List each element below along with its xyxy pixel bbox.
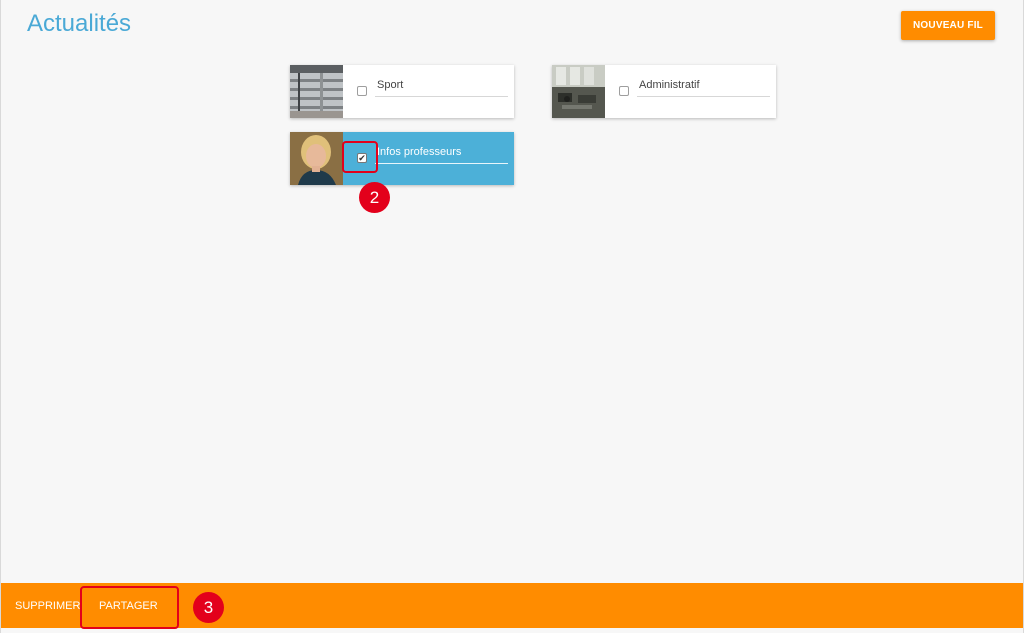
annotation-highlight-checkbox	[342, 141, 378, 173]
annotation-highlight-share	[80, 586, 179, 629]
person-photo	[290, 132, 343, 185]
page-title: Actualités	[27, 10, 132, 37]
feed-name: Infos professeurs	[377, 146, 462, 158]
delete-button[interactable]: SUPPRIMER	[15, 583, 80, 628]
feed-name: Sport	[377, 79, 404, 91]
feed-checkbox[interactable]	[619, 86, 629, 96]
feed-card-sport[interactable]: Sport	[290, 65, 514, 118]
annotation-badge: 2	[359, 182, 390, 213]
feed-name: Administratif	[639, 79, 700, 91]
feed-checkbox[interactable]	[357, 86, 367, 96]
new-feed-button[interactable]: NOUVEAU FIL	[901, 11, 995, 40]
feeds-page: Actualités NOUVEAU FIL Sport Administrat…	[0, 0, 1024, 633]
annotation-badge: 3	[193, 592, 224, 623]
feed-name-field[interactable]: Infos professeurs	[375, 144, 508, 164]
feed-card-administratif[interactable]: Administratif	[552, 65, 776, 118]
feed-card-infos-professeurs[interactable]: ✔ Infos professeurs	[290, 132, 514, 185]
building-icon	[290, 65, 343, 118]
feed-name-field[interactable]: Sport	[375, 77, 508, 97]
feed-name-field[interactable]: Administratif	[637, 77, 770, 97]
office-icon	[552, 65, 605, 118]
